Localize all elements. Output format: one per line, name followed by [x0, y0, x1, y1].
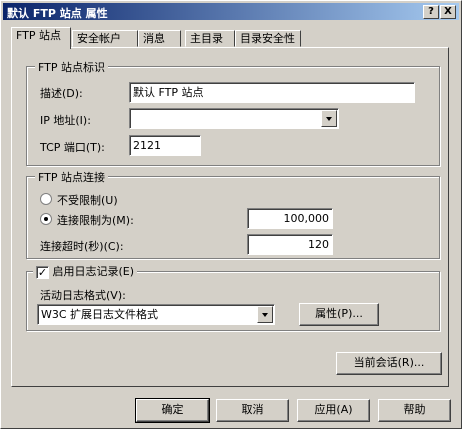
timeout-label: 连接超时(秒)(C): [40, 240, 124, 253]
tab-messages[interactable]: 消息 [138, 30, 181, 47]
log-format-label: 活动日志格式(V): [40, 289, 126, 302]
tab-ftp-site[interactable]: FTP 站点 [11, 27, 71, 49]
logging-group: ✓ 启用日志记录(E) 活动日志格式(V): W3C 扩展日志文件格式 属性(P… [26, 263, 440, 331]
ip-address-label: IP 地址(I): [40, 114, 91, 127]
enable-logging-checkbox[interactable]: ✓ [36, 265, 49, 279]
tab-home-directory[interactable]: 主目录 [185, 30, 235, 47]
close-icon[interactable]: X [440, 5, 456, 19]
log-format-select[interactable]: W3C 扩展日志文件格式 [37, 304, 275, 325]
identity-group: FTP 站点标识 描述(D): 默认 FTP 站点 IP 地址(I): TCP … [26, 59, 440, 166]
description-field[interactable]: 默认 FTP 站点 [129, 82, 415, 103]
limited-label[interactable]: 连接限制为(M): [57, 212, 134, 228]
chevron-down-icon[interactable] [257, 306, 273, 323]
timeout-field[interactable]: 120 [247, 234, 333, 255]
dialog-window: 默认 FTP 站点 属性 ? X FTP 站点 安全帐户 消息 主目录 目录安全… [0, 0, 462, 429]
title-bar[interactable]: 默认 FTP 站点 属性 ? X [3, 3, 459, 20]
tcp-port-label: TCP 端口(T): [40, 141, 105, 154]
help-icon[interactable]: ? [423, 5, 439, 19]
unlimited-label[interactable]: 不受限制(U) [57, 192, 118, 208]
connections-legend: FTP 站点连接 [35, 169, 108, 185]
limited-radio[interactable] [40, 213, 52, 225]
tab-security-accounts[interactable]: 安全帐户 [72, 30, 138, 47]
connections-group: FTP 站点连接 不受限制(U) 连接限制为(M): 100,000 连接超时(… [26, 169, 440, 259]
cancel-button[interactable]: 取消 [216, 399, 289, 422]
chevron-down-icon[interactable] [321, 110, 337, 127]
ip-address-select[interactable] [129, 108, 339, 129]
current-sessions-button[interactable]: 当前会话(R)... [336, 352, 442, 375]
logging-legend: ✓ 启用日志记录(E) [33, 263, 138, 279]
log-properties-button[interactable]: 属性(P)... [299, 303, 379, 326]
tab-panel: FTP 站点标识 描述(D): 默认 FTP 站点 IP 地址(I): TCP … [11, 47, 449, 387]
unlimited-radio[interactable] [40, 193, 52, 205]
description-label: 描述(D): [40, 87, 83, 100]
enable-logging-label[interactable]: 启用日志记录(E) [53, 265, 135, 278]
tcp-port-field[interactable]: 2121 [129, 135, 201, 156]
identity-legend: FTP 站点标识 [35, 59, 108, 75]
apply-button[interactable]: 应用(A) [297, 399, 370, 422]
tab-directory-security[interactable]: 目录安全性 [235, 30, 301, 47]
connection-limit-field[interactable]: 100,000 [247, 208, 333, 229]
help-button[interactable]: 帮助 [378, 399, 451, 422]
window-title: 默认 FTP 站点 属性 [7, 7, 108, 20]
log-format-value: W3C 扩展日志文件格式 [41, 308, 159, 321]
ok-button[interactable]: 确定 [135, 398, 210, 423]
